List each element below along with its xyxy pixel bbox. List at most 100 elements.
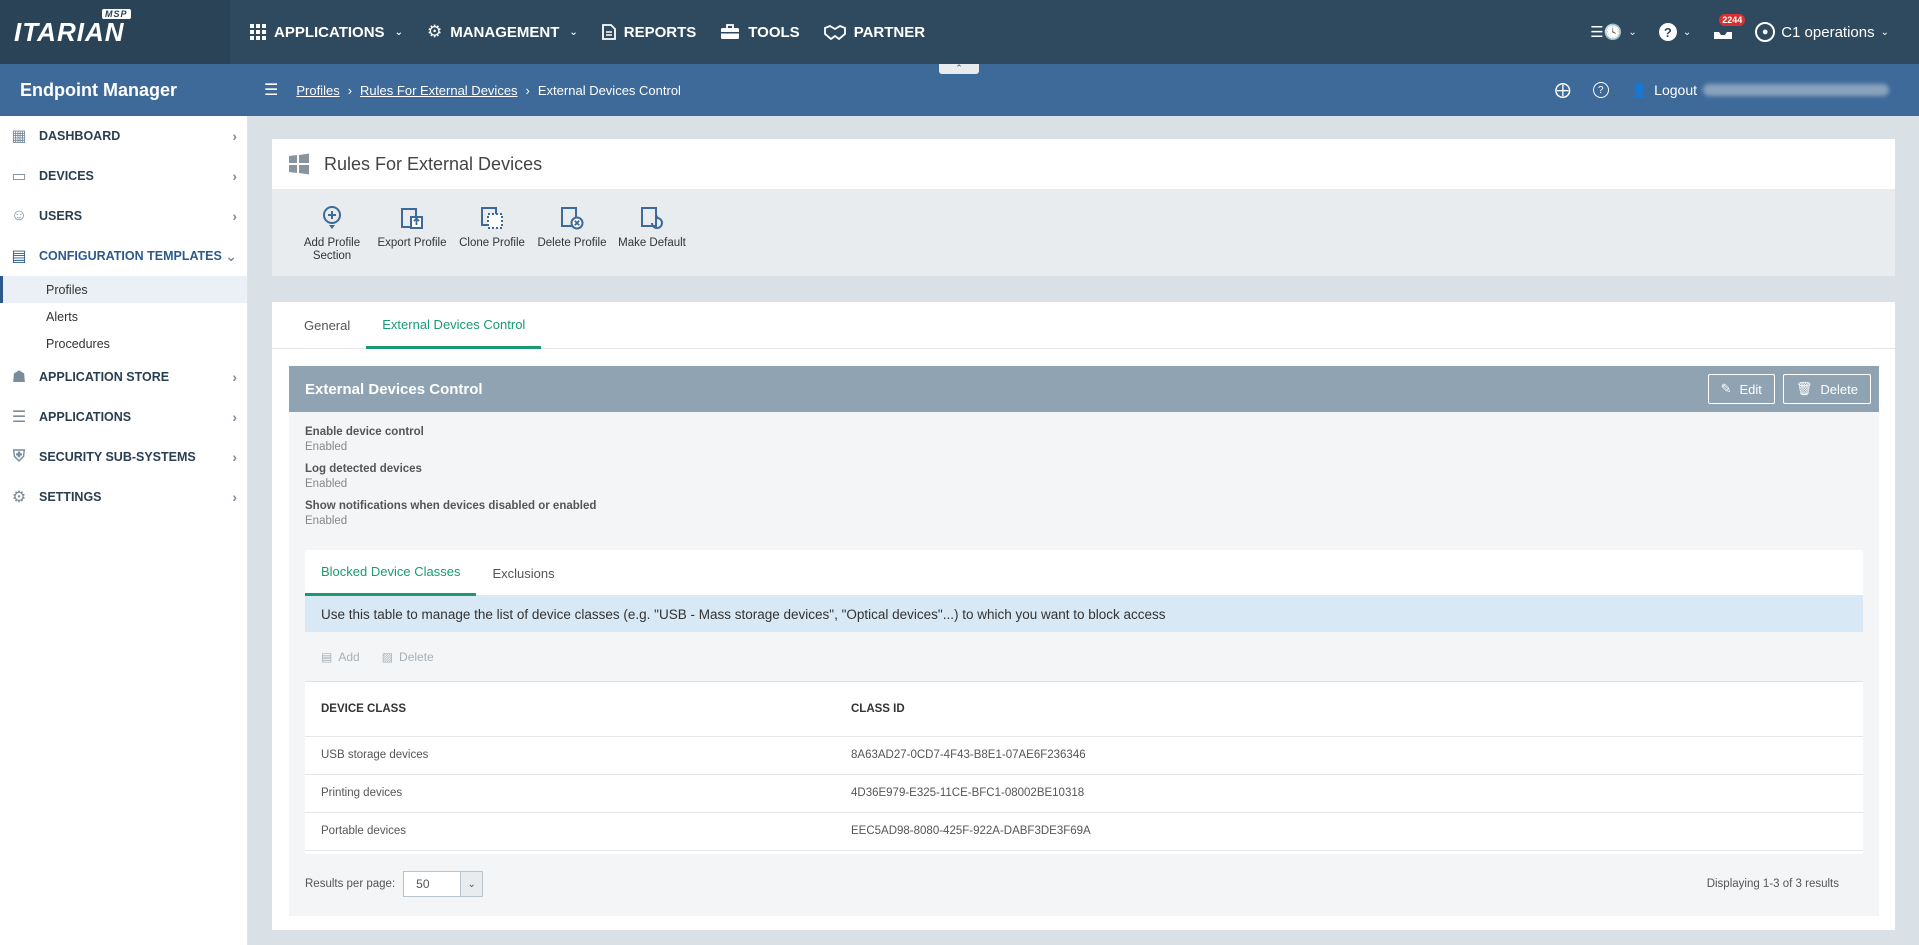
device-classes-panel: Blocked Device Classes Exclusions Use th… — [305, 550, 1863, 854]
make-default-button[interactable]: Make Default — [612, 205, 692, 250]
chevron-right-icon: › — [525, 82, 530, 98]
top-right-tools: ☰🕓 ⌄ ? ⌄ 2244 ● C1 operations ⌄ — [1590, 14, 1919, 42]
module-title: Endpoint Manager — [20, 79, 177, 100]
sidebar-item-applications[interactable]: ☰ APPLICATIONS › — [0, 397, 247, 437]
sidebar-item-devices[interactable]: ▭ DEVICES › — [0, 156, 247, 196]
property-value: Enabled — [305, 478, 348, 490]
help-menu[interactable]: ? ⌄ — [1658, 23, 1691, 41]
clone-profile-button[interactable]: Clone Profile — [452, 205, 532, 250]
export-profile-button[interactable]: Export Profile — [372, 205, 452, 250]
notification-count-badge: 2244 — [1719, 14, 1746, 26]
delete-profile-button[interactable]: Delete Profile — [532, 205, 612, 250]
menu-tools-label: TOOLS — [748, 23, 800, 41]
breadcrumb-profile[interactable]: Rules For External Devices — [360, 83, 518, 98]
itarian-logo[interactable]: ITARIAN MSP — [14, 8, 131, 48]
results-per-page-value: 50 — [416, 877, 430, 891]
user-name: C1 operations — [1781, 23, 1875, 41]
gear-icon: ⚙ — [426, 22, 443, 41]
edit-button[interactable]: ✎ Edit — [1707, 374, 1775, 404]
sidebar-item-security-sub-systems[interactable]: ⛨ SECURITY SUB-SYSTEMS › — [0, 437, 247, 477]
toolbox-icon — [721, 24, 740, 39]
sidebar-item-configuration-templates[interactable]: ▤ CONFIGURATION TEMPLATES ⌄ — [0, 236, 247, 276]
user-icon: 👤 — [1630, 81, 1649, 98]
help-circle-icon[interactable]: ? — [1592, 82, 1609, 98]
delete-class-button[interactable]: ▨ Delete — [382, 650, 434, 664]
shield-icon: ⛨ — [12, 448, 25, 465]
menu-applications[interactable]: APPLICATIONS ⌄ — [230, 0, 415, 64]
menu-tools[interactable]: TOOLS — [708, 0, 811, 64]
sidebar-item-application-store[interactable]: ☗ APPLICATION STORE › — [0, 357, 247, 397]
table-row[interactable]: Portable devices EEC5AD98-8080-425F-922A… — [305, 812, 1863, 851]
menu-management[interactable]: ⚙ MANAGEMENT ⌄ — [415, 0, 590, 64]
breadcrumb-profiles[interactable]: Profiles — [296, 83, 339, 98]
tab-blocked-device-classes[interactable]: Blocked Device Classes — [305, 550, 477, 596]
menu-management-label: MANAGEMENT — [450, 23, 560, 41]
sidebar-item-label: APPLICATIONS — [39, 410, 132, 424]
add-class-button[interactable]: ▤ Add — [321, 650, 360, 664]
sidebar-subitem-profiles[interactable]: Profiles — [0, 276, 247, 303]
user-menu[interactable]: ● C1 operations ⌄ — [1755, 22, 1889, 42]
property-label: Show notifications when devices disabled… — [305, 500, 597, 512]
notifications-button[interactable]: 2244 — [1713, 14, 1746, 40]
property-value: Enabled — [305, 441, 348, 453]
sidebar-item-dashboard[interactable]: ▦ DASHBOARD › — [0, 116, 247, 156]
history-menu[interactable]: ☰🕓 ⌄ — [1590, 23, 1637, 41]
cell-class-id: 4D36E979-E325-11CE-BFC1-08002BE10318 — [835, 774, 1863, 813]
delete-profile-icon — [561, 207, 584, 230]
info-message: Use this table to manage the list of dev… — [305, 596, 1863, 632]
tab-external-devices-control[interactable]: External Devices Control — [366, 302, 542, 349]
sidebar-subitem-alerts[interactable]: Alerts — [0, 303, 247, 330]
collapse-header-toggle[interactable]: ⌃ — [939, 64, 979, 74]
chevron-right-icon: › — [232, 449, 237, 465]
table-row[interactable]: USB storage devices 8A63AD27-0CD7-4F43-B… — [305, 736, 1863, 775]
sidebar-item-label: USERS — [39, 209, 83, 223]
logout-button[interactable]: 👤 Logout — [1631, 82, 1889, 99]
user-email-redacted — [1703, 84, 1889, 96]
tab-general[interactable]: General — [288, 302, 366, 349]
logo-text: ITARIAN — [14, 16, 125, 47]
property-label: Enable device control — [305, 426, 424, 438]
chevron-down-icon: ⌄ — [225, 247, 237, 264]
column-device-class[interactable]: DEVICE CLASS — [305, 682, 835, 737]
property-log-detected-devices: Log detected devices Enabled — [289, 463, 1879, 490]
notification-tray-icon — [1714, 32, 1733, 39]
sidebar-item-label: CONFIGURATION TEMPLATES — [39, 249, 222, 263]
results-count: Displaying 1-3 of 3 results — [1706, 878, 1839, 890]
profile-header: Rules For External Devices — [272, 139, 1895, 189]
menu-reports[interactable]: REPORTS — [590, 0, 709, 64]
section-title: External Devices Control — [305, 380, 483, 398]
hamburger-icon[interactable]: ☰ — [264, 80, 278, 100]
table-toolbar: ▤ Add ▨ Delete — [305, 632, 1863, 682]
chevron-right-icon: › — [232, 409, 237, 425]
logo-area[interactable]: ITARIAN MSP — [0, 0, 230, 64]
sidebar-item-settings[interactable]: ⚙ SETTINGS › — [0, 477, 247, 517]
top-navbar: ITARIAN MSP APPLICATIONS ⌄ ⚙ MANAGEMENT … — [0, 0, 1919, 64]
table-row[interactable]: Printing devices 4D36E979-E325-11CE-BFC1… — [305, 774, 1863, 813]
inner-tabs: Blocked Device Classes Exclusions — [305, 550, 1863, 596]
logout-label: Logout — [1654, 82, 1697, 98]
delete-button[interactable]: 🗑 Delete — [1782, 374, 1871, 404]
sidebar-item-users[interactable]: ☺ USERS › — [0, 196, 247, 236]
main-menu: APPLICATIONS ⌄ ⚙ MANAGEMENT ⌄ REPORTS TO… — [230, 0, 937, 64]
document-icon — [601, 24, 616, 40]
property-value: Enabled — [305, 515, 348, 527]
section-header: External Devices Control ✎ Edit 🗑 Delete — [289, 366, 1879, 412]
module-header-tools: ⨁ ? 👤 Logout — [1555, 80, 1919, 100]
add-device-icon[interactable]: ⨁ — [1555, 80, 1571, 100]
sidebar-subitem-procedures[interactable]: Procedures — [0, 330, 247, 357]
add-profile-section-button[interactable]: Add Profile Section — [292, 205, 372, 263]
windows-icon — [289, 153, 309, 175]
chevron-down-icon: ⌄ — [1880, 26, 1889, 38]
cell-device-class: USB storage devices — [305, 736, 835, 775]
sidebar-item-label: SECURITY SUB-SYSTEMS — [39, 450, 196, 464]
delete-list-icon: ▨ — [381, 649, 394, 664]
menu-partner[interactable]: PARTNER — [812, 0, 937, 64]
menu-partner-label: PARTNER — [853, 23, 926, 41]
tab-exclusions[interactable]: Exclusions — [476, 550, 570, 596]
add-list-icon: ▤ — [321, 649, 333, 664]
tool-label: Export Profile — [377, 237, 447, 249]
column-class-id[interactable]: CLASS ID — [835, 682, 1863, 737]
results-per-page-select[interactable]: 50 ⌄ — [403, 871, 484, 897]
basket-icon: ☗ — [11, 369, 27, 386]
section-actions: ✎ Edit 🗑 Delete — [1707, 374, 1879, 404]
